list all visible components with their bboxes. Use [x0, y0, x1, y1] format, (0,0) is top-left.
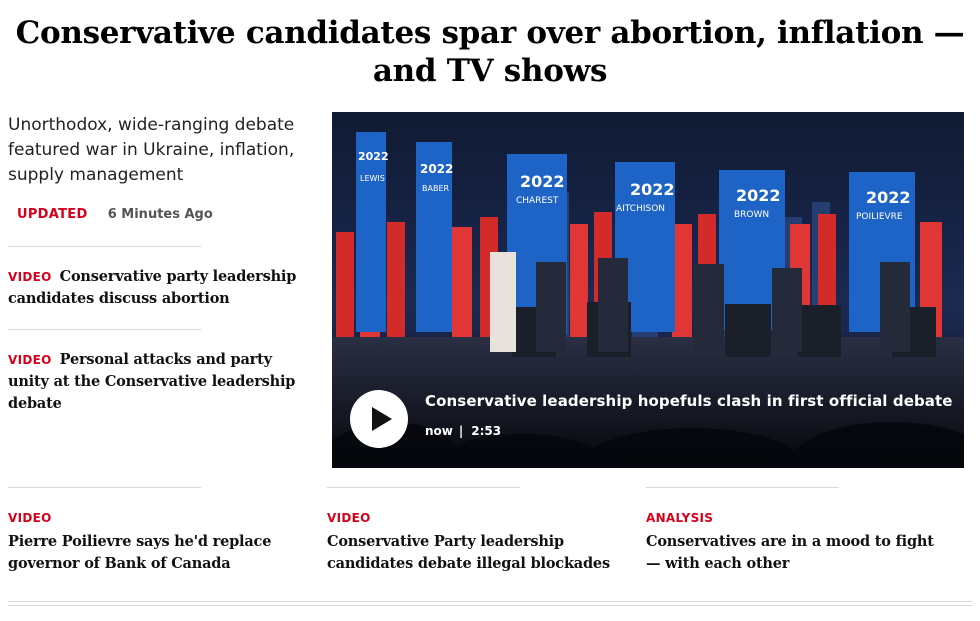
play-icon: [371, 407, 392, 431]
video-title[interactable]: Conservative leadership hopefuls clash i…: [425, 392, 953, 410]
banner-brand: 2022: [736, 186, 781, 205]
banner-brand: 2022: [358, 150, 389, 163]
bottom-story-2[interactable]: VIDEO Conservative Party leadership cand…: [327, 507, 632, 575]
video-player[interactable]: 2022 LEWIS 2022 BABER 2022 CHAREST 2022 …: [332, 112, 964, 468]
banner-brand: 2022: [520, 172, 565, 191]
bottom-story-3[interactable]: ANALYSIS Conservatives are in a mood to …: [646, 507, 946, 575]
divider: [8, 329, 201, 330]
banner-brand: 2022: [420, 162, 454, 176]
story-deck: Unorthodox, wide-ranging debate featured…: [8, 115, 295, 185]
banner-name: AITCHISON: [616, 204, 666, 214]
video-status: now: [425, 424, 453, 438]
banner-name: BABER: [422, 184, 450, 193]
story-title[interactable]: Conservatives are in a mood to fight — w…: [646, 533, 934, 572]
story-tag: VIDEO: [8, 511, 52, 525]
story-tag: ANALYSIS: [646, 511, 714, 525]
meta-separator: |: [458, 424, 464, 438]
timestamp: 6 Minutes Ago: [107, 207, 213, 222]
bottom-story-1[interactable]: VIDEO Pierre Poilievre says he'd replace…: [8, 507, 298, 575]
footer-divider: [8, 601, 972, 602]
story-tag: VIDEO: [327, 511, 371, 525]
footer-divider: [8, 605, 972, 606]
divider: [8, 246, 201, 247]
banner-brand: 2022: [866, 188, 911, 207]
story-title[interactable]: Pierre Poilievre says he'd replace gover…: [8, 533, 271, 572]
banner-name: BROWN: [734, 210, 770, 220]
story-meta: UPDATED 6 Minutes Ago: [17, 207, 213, 222]
banner-name: CHAREST: [516, 196, 559, 206]
story-tag: VIDEO: [8, 270, 52, 284]
story-title[interactable]: Conservative Party leadership candidates…: [327, 533, 610, 572]
divider: [327, 487, 520, 488]
side-story-2[interactable]: VIDEO Personal attacks and party unity at…: [8, 349, 298, 415]
headline[interactable]: Conservative candidates spar over aborti…: [10, 14, 970, 90]
banner-name: LEWIS: [360, 174, 385, 183]
story-tag: VIDEO: [8, 353, 52, 367]
banner-brand: 2022: [630, 180, 675, 199]
divider: [646, 487, 839, 488]
updated-label: UPDATED: [17, 207, 88, 222]
side-story-1[interactable]: VIDEO Conservative party leadership candi…: [8, 266, 298, 310]
video-meta: now | 2:53: [425, 424, 501, 438]
banner-name: POILIEVRE: [856, 212, 903, 222]
video-duration: 2:53: [471, 424, 502, 438]
divider: [8, 487, 201, 488]
play-button[interactable]: [350, 390, 408, 448]
